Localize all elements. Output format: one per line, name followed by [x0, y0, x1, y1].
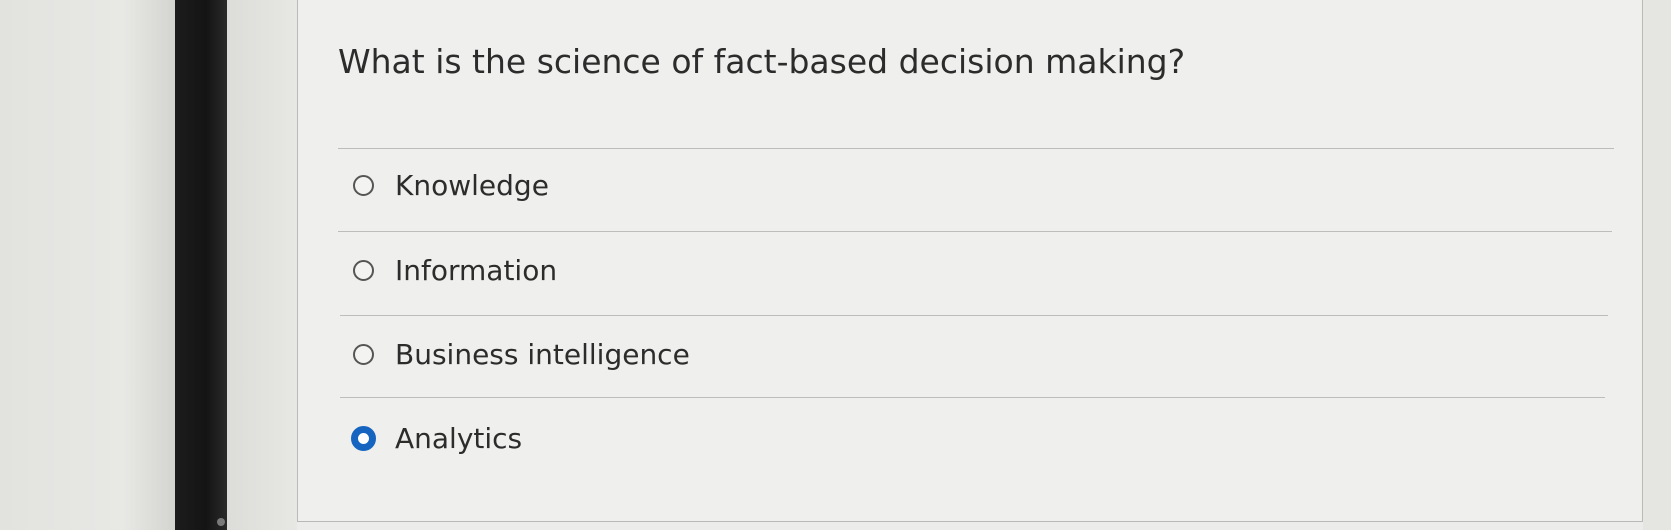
- divider-top: [338, 148, 1614, 149]
- background-right-margin: [1643, 0, 1671, 530]
- radio-unchecked-icon[interactable]: [353, 174, 374, 196]
- divider: [338, 231, 1612, 232]
- option-label: Information: [395, 253, 558, 287]
- option-label: Knowledge: [395, 168, 549, 202]
- option-business-intelligence[interactable]: Business intelligence: [353, 334, 690, 374]
- option-label: Analytics: [395, 421, 523, 455]
- radio-unchecked-icon[interactable]: [353, 259, 374, 281]
- divider: [340, 397, 1605, 398]
- corner-dot: [217, 518, 225, 526]
- option-information[interactable]: Information: [353, 250, 557, 290]
- background-inner-gap: [227, 0, 297, 530]
- dark-side-bar: [175, 0, 227, 530]
- question-text: What is the science of fact-based decisi…: [338, 42, 1186, 81]
- divider: [340, 315, 1608, 316]
- radio-unchecked-icon[interactable]: [353, 343, 374, 365]
- option-label: Business intelligence: [395, 337, 690, 371]
- option-knowledge[interactable]: Knowledge: [353, 165, 549, 205]
- radio-checked-icon[interactable]: [351, 425, 376, 451]
- option-analytics[interactable]: Analytics: [351, 418, 523, 458]
- background-left-margin: [0, 0, 175, 530]
